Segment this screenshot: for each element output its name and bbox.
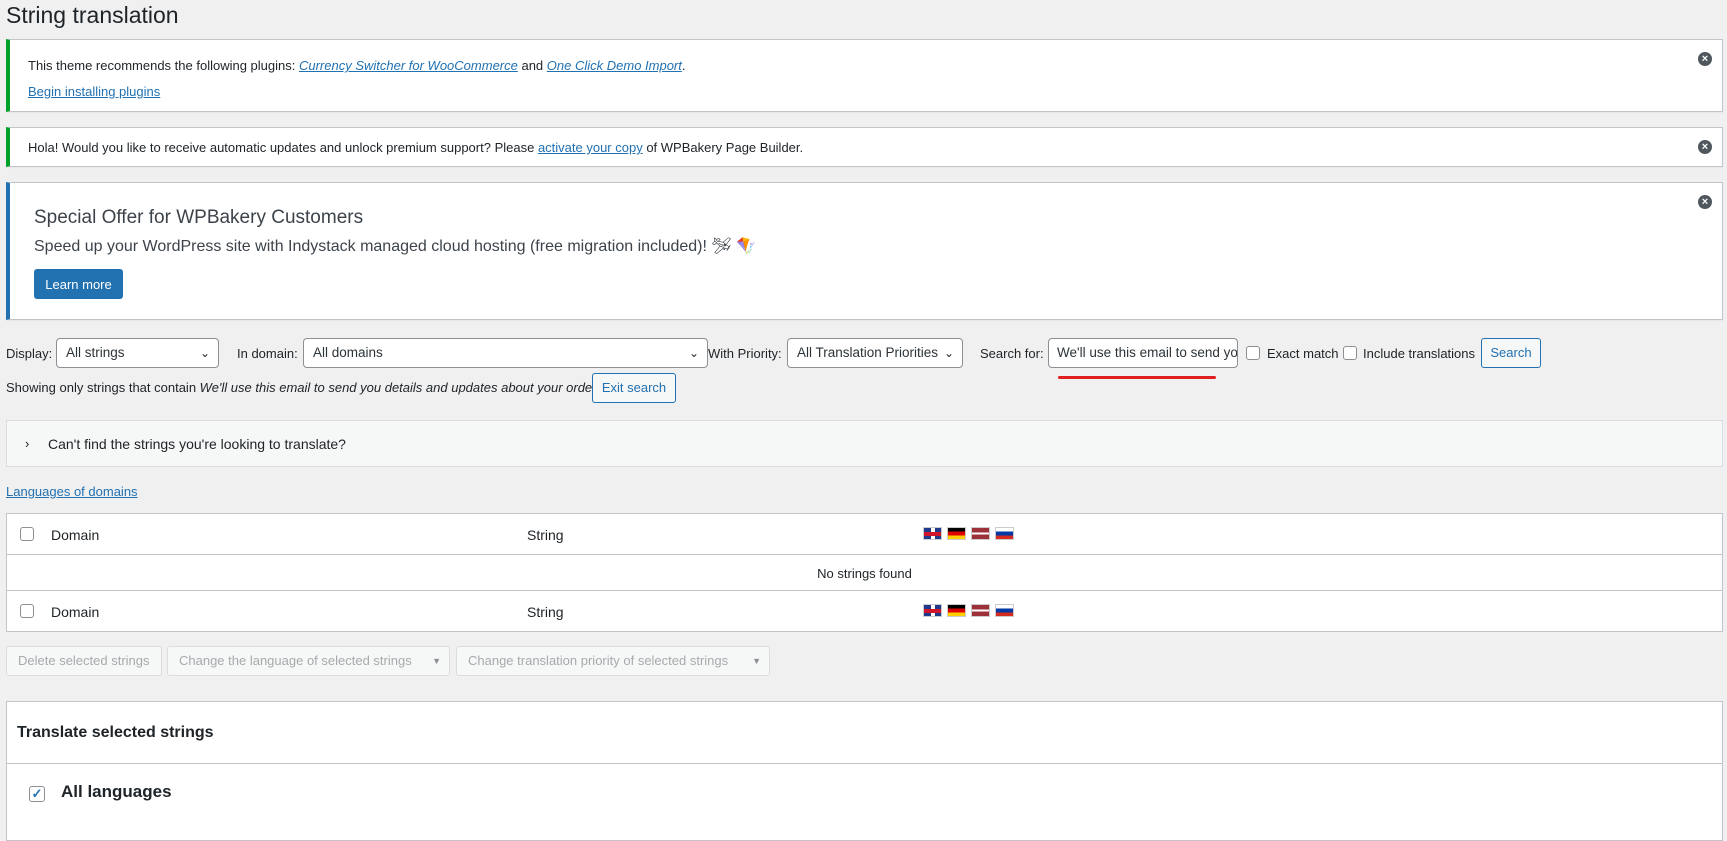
lv-flag-icon bbox=[971, 604, 990, 617]
wpbakery-notice-text: Hola! Would you like to receive automati… bbox=[28, 140, 803, 155]
chevron-down-icon: ⌄ bbox=[199, 346, 210, 360]
activate-copy-link[interactable]: activate your copy bbox=[538, 140, 643, 155]
ru-flag-icon bbox=[995, 527, 1014, 540]
exit-search-button[interactable]: Exit search bbox=[592, 373, 676, 403]
exact-match-label: Exact match bbox=[1267, 346, 1339, 361]
page-title: String translation bbox=[6, 2, 179, 28]
showing-prefix: Showing only strings that contain bbox=[6, 380, 200, 395]
red-underline-annotation bbox=[1058, 376, 1216, 379]
translate-selected-title: Translate selected strings bbox=[17, 724, 214, 741]
change-priority-label: Change translation priority of selected … bbox=[468, 653, 729, 668]
column-string-footer[interactable]: String bbox=[527, 604, 564, 620]
domain-select[interactable]: All domains ⌄ bbox=[303, 338, 708, 368]
dismiss-icon[interactable]: × bbox=[1698, 195, 1712, 209]
select-all-checkbox-footer[interactable] bbox=[20, 604, 34, 618]
dropdown-arrow-icon: ▼ bbox=[432, 656, 441, 666]
wpbakery-outro: of WPBakery Page Builder. bbox=[642, 140, 804, 155]
wpbakery-notice: Hola! Would you like to receive automati… bbox=[6, 127, 1723, 167]
uk-flag-icon bbox=[923, 527, 942, 540]
plugins-notice-intro: This theme recommends the following plug… bbox=[28, 58, 299, 73]
include-translations-label: Include translations bbox=[1363, 346, 1476, 361]
priority-label: With Priority: bbox=[708, 346, 782, 361]
learn-more-button[interactable]: Learn more bbox=[34, 269, 123, 299]
strings-table: Domain String No strings found Domain St… bbox=[6, 513, 1723, 632]
dismiss-icon[interactable]: × bbox=[1698, 52, 1712, 66]
uk-flag-icon bbox=[923, 604, 942, 617]
chevron-right-icon: › bbox=[25, 436, 30, 451]
delete-selected-button[interactable]: Delete selected strings bbox=[6, 646, 162, 676]
plugins-period: . bbox=[681, 58, 686, 73]
exact-match-checkbox[interactable] bbox=[1246, 346, 1260, 360]
offer-notice: Special Offer for WPBakery Customers Spe… bbox=[6, 182, 1723, 320]
translate-selected-card: Translate selected strings ✓ All languag… bbox=[6, 701, 1723, 841]
offer-title: Special Offer for WPBakery Customers bbox=[34, 207, 364, 228]
change-language-label: Change the language of selected strings bbox=[179, 653, 412, 668]
change-language-select[interactable]: Change the language of selected strings … bbox=[167, 646, 450, 676]
ru-flag-icon bbox=[995, 604, 1014, 617]
de-flag-icon bbox=[947, 604, 966, 617]
language-flags bbox=[923, 527, 1019, 542]
lv-flag-icon bbox=[971, 527, 990, 540]
display-select[interactable]: All strings ⌄ bbox=[56, 338, 219, 368]
table-header-row: Domain String bbox=[7, 514, 1722, 555]
search-label: Search for: bbox=[980, 346, 1044, 361]
wpbakery-intro: Hola! Would you like to receive automati… bbox=[28, 140, 538, 155]
languages-of-domains-link[interactable]: Languages of domains bbox=[6, 484, 138, 499]
table-footer-row: Domain String bbox=[7, 591, 1722, 631]
priority-value: All Translation Priorities bbox=[797, 345, 939, 360]
help-panel[interactable]: › Can't find the strings you're looking … bbox=[6, 420, 1723, 467]
offer-subtitle: Speed up your WordPress site with Indyst… bbox=[34, 238, 757, 255]
select-all-checkbox[interactable] bbox=[20, 527, 34, 541]
column-domain-footer[interactable]: Domain bbox=[51, 604, 99, 620]
showing-query: We'll use this email to send you details… bbox=[199, 380, 600, 395]
currency-switcher-link[interactable]: Currency Switcher for WooCommerce bbox=[299, 58, 518, 73]
include-translations-checkbox[interactable] bbox=[1343, 346, 1357, 360]
plugins-and-text: and bbox=[517, 58, 547, 73]
one-click-demo-link[interactable]: One Click Demo Import bbox=[547, 58, 682, 73]
search-button[interactable]: Search bbox=[1481, 338, 1541, 368]
column-string[interactable]: String bbox=[527, 527, 564, 543]
column-domain[interactable]: Domain bbox=[51, 527, 99, 543]
filters-bar: Display: All strings ⌄ In domain: All do… bbox=[6, 338, 1723, 370]
de-flag-icon bbox=[947, 527, 966, 540]
change-priority-select[interactable]: Change translation priority of selected … bbox=[456, 646, 770, 676]
domain-label: In domain: bbox=[237, 346, 298, 361]
empty-row: No strings found bbox=[7, 555, 1722, 591]
help-panel-text: Can't find the strings you're looking to… bbox=[48, 436, 346, 452]
all-languages-label: All languages bbox=[61, 782, 172, 801]
showing-text: Showing only strings that contain We'll … bbox=[6, 380, 600, 395]
begin-installing-link[interactable]: Begin installing plugins bbox=[28, 84, 160, 99]
display-value: All strings bbox=[66, 345, 125, 360]
plugins-notice-text: This theme recommends the following plug… bbox=[28, 58, 686, 73]
search-input[interactable]: We'll use this email to send you details… bbox=[1048, 338, 1238, 368]
dropdown-arrow-icon: ▼ bbox=[752, 656, 761, 666]
chevron-down-icon: ⌄ bbox=[688, 346, 699, 360]
dismiss-icon[interactable]: × bbox=[1698, 140, 1712, 154]
language-flags-footer bbox=[923, 604, 1019, 619]
display-label: Display: bbox=[6, 346, 53, 361]
domain-value: All domains bbox=[313, 345, 383, 360]
chevron-down-icon: ⌄ bbox=[943, 346, 954, 360]
priority-select[interactable]: All Translation Priorities ⌄ bbox=[787, 338, 963, 368]
card-header: Translate selected strings bbox=[7, 702, 1722, 764]
no-strings-found: No strings found bbox=[817, 566, 912, 581]
plugins-notice: This theme recommends the following plug… bbox=[6, 39, 1723, 112]
all-languages-checkbox[interactable]: ✓ bbox=[29, 786, 45, 802]
